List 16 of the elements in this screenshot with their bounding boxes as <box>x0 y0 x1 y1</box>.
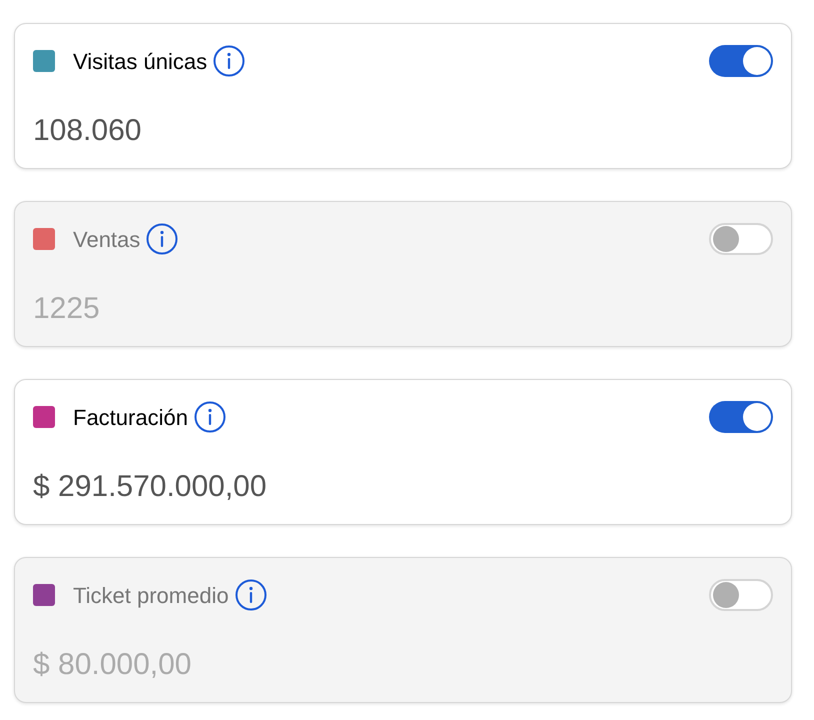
toggle-switch[interactable] <box>709 45 773 77</box>
metric-value: 1225 <box>33 291 100 327</box>
toggle-switch[interactable] <box>709 223 773 255</box>
toggle-switch[interactable] <box>709 401 773 433</box>
info-icon[interactable] <box>194 401 226 433</box>
info-icon[interactable] <box>146 223 178 255</box>
metric-value: $ 291.570.000,00 <box>33 469 267 505</box>
info-icon[interactable] <box>213 45 246 77</box>
toggle-switch[interactable] <box>709 579 773 611</box>
metric-value: 108.060 <box>33 113 142 149</box>
metric-label: Facturación <box>73 404 188 432</box>
info-icon[interactable] <box>234 579 267 611</box>
metric-label: Ventas <box>73 226 140 254</box>
metric-value: $ 80.000,00 <box>33 647 192 683</box>
metric-label: Ticket promedio <box>73 582 229 610</box>
metric-label: Visitas únicas <box>73 48 208 76</box>
